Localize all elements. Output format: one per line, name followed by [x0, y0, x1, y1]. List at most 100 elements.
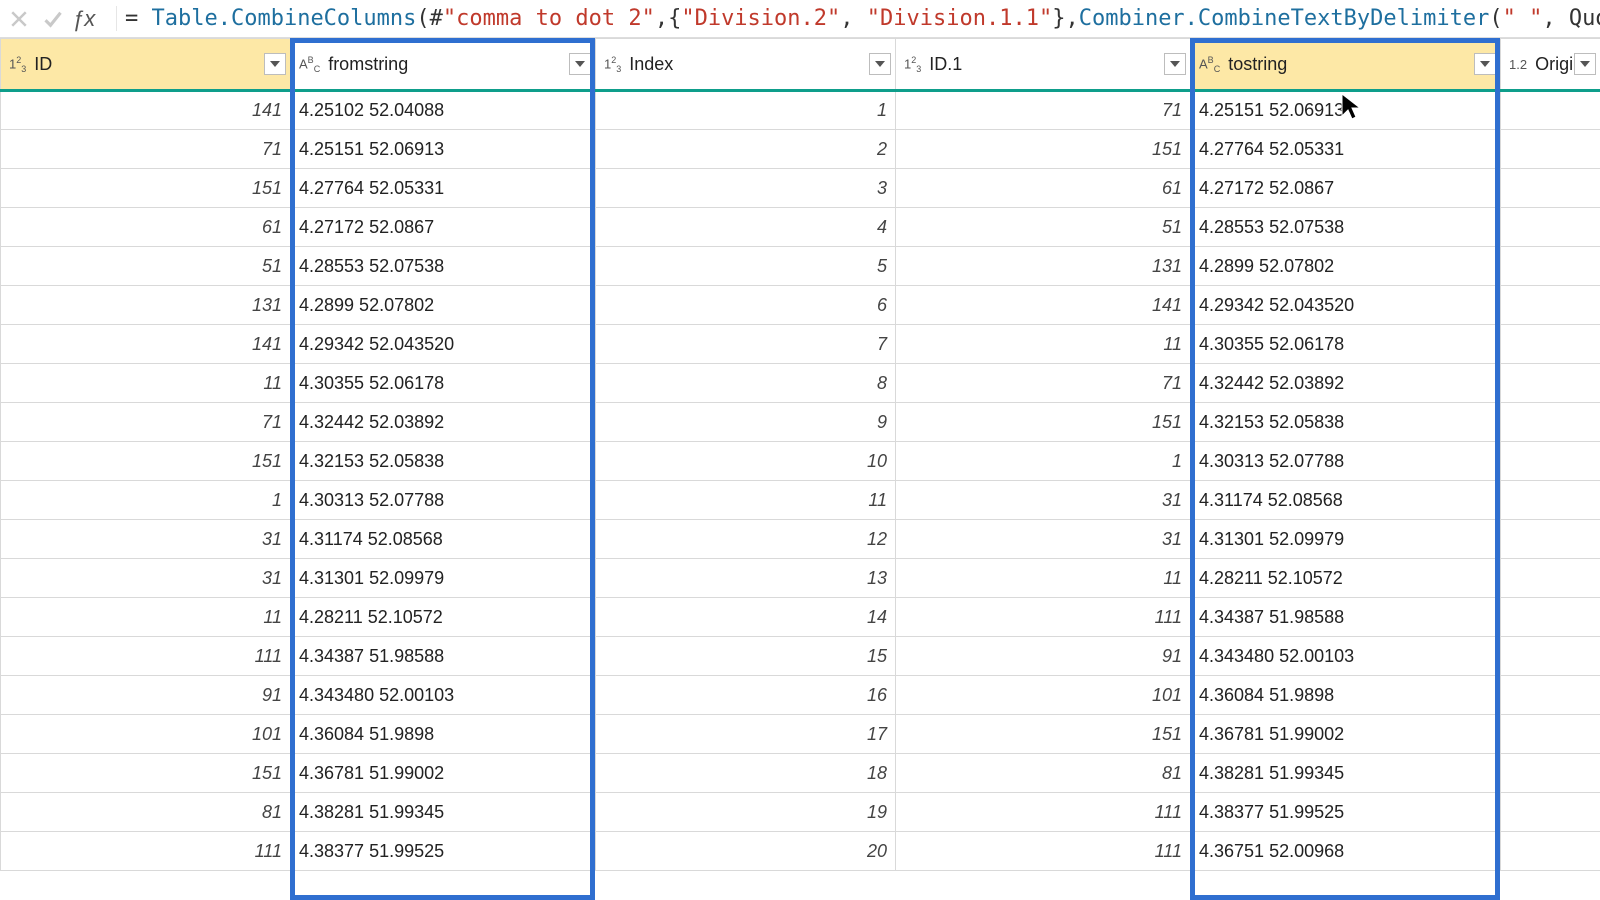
table-row[interactable]: 14.30313 52.0778811314.31174 52.08568 — [1, 481, 1600, 520]
cell[interactable]: 61 — [896, 169, 1191, 208]
cell[interactable]: 4.343480 52.00103 — [1191, 637, 1501, 676]
cell[interactable]: 10 — [596, 442, 896, 481]
cell[interactable] — [1501, 325, 1600, 364]
cell[interactable]: 19 — [596, 793, 896, 832]
column-header-id-1[interactable]: 123ID.1 — [896, 39, 1191, 91]
cell[interactable]: 4.2899 52.07802 — [1191, 247, 1501, 286]
cell[interactable]: 4 — [596, 208, 896, 247]
cell[interactable]: 4.38281 51.99345 — [291, 793, 596, 832]
cell[interactable]: 4.25151 52.06913 — [1191, 91, 1501, 130]
cell[interactable]: 9 — [596, 403, 896, 442]
cell[interactable]: 4.31174 52.08568 — [291, 520, 596, 559]
table-row[interactable]: 114.28211 52.10572141114.34387 51.98588 — [1, 598, 1600, 637]
cell[interactable]: 31 — [896, 520, 1191, 559]
table-row[interactable]: 714.32442 52.0389291514.32153 52.05838 — [1, 403, 1600, 442]
cell[interactable]: 11 — [896, 559, 1191, 598]
cell[interactable]: 151 — [1, 442, 291, 481]
table-row[interactable]: 314.31174 52.0856812314.31301 52.09979 — [1, 520, 1600, 559]
cell[interactable]: 20 — [596, 832, 896, 871]
cell[interactable] — [1501, 520, 1600, 559]
cell[interactable]: 81 — [896, 754, 1191, 793]
cell[interactable]: 1 — [1, 481, 291, 520]
cell[interactable]: 4.32442 52.03892 — [291, 403, 596, 442]
cell[interactable]: 4.32153 52.05838 — [1191, 403, 1501, 442]
filter-dropdown-icon[interactable] — [1474, 53, 1496, 75]
cell[interactable]: 71 — [896, 91, 1191, 130]
cell[interactable]: 4.31301 52.09979 — [291, 559, 596, 598]
cell[interactable]: 4.25102 52.04088 — [291, 91, 596, 130]
cell[interactable]: 141 — [1, 91, 291, 130]
table-row[interactable]: 314.31301 52.0997913114.28211 52.10572 — [1, 559, 1600, 598]
cell[interactable] — [1501, 793, 1600, 832]
cell[interactable] — [1501, 832, 1600, 871]
cell[interactable]: 1 — [896, 442, 1191, 481]
cell[interactable]: 6 — [596, 286, 896, 325]
cell[interactable]: 151 — [1, 169, 291, 208]
cell[interactable]: 151 — [896, 715, 1191, 754]
cell[interactable]: 4.32442 52.03892 — [1191, 364, 1501, 403]
cell[interactable]: 91 — [1, 676, 291, 715]
table-row[interactable]: 614.27172 52.08674514.28553 52.07538 — [1, 208, 1600, 247]
cell[interactable]: 15 — [596, 637, 896, 676]
cell[interactable]: 4.28553 52.07538 — [291, 247, 596, 286]
text-type-icon[interactable]: ABC — [1199, 55, 1220, 74]
cell[interactable] — [1501, 637, 1600, 676]
table-row[interactable]: 1514.32153 52.058381014.30313 52.07788 — [1, 442, 1600, 481]
cell[interactable]: 81 — [1, 793, 291, 832]
cell[interactable]: 11 — [896, 325, 1191, 364]
cell[interactable]: 7 — [596, 325, 896, 364]
decimal-type-icon[interactable]: 1.2 — [1509, 57, 1527, 72]
table-row[interactable]: 914.343480 52.00103161014.36084 51.9898 — [1, 676, 1600, 715]
cell[interactable]: 4.28211 52.10572 — [1191, 559, 1501, 598]
cell[interactable]: 4.30355 52.06178 — [1191, 325, 1501, 364]
cell[interactable]: 13 — [596, 559, 896, 598]
cell[interactable]: 4.30355 52.06178 — [291, 364, 596, 403]
cell[interactable]: 151 — [1, 754, 291, 793]
column-header-origin[interactable]: 1.2Origin — [1501, 39, 1600, 91]
cell[interactable]: 31 — [1, 559, 291, 598]
cell[interactable] — [1501, 715, 1600, 754]
column-header-id[interactable]: 123ID — [1, 39, 291, 91]
cell[interactable]: 101 — [1, 715, 291, 754]
cell[interactable]: 4.32153 52.05838 — [291, 442, 596, 481]
column-header-fromstring[interactable]: ABCfromstring — [291, 39, 596, 91]
cell[interactable]: 4.31301 52.09979 — [1191, 520, 1501, 559]
table-row[interactable]: 1514.27764 52.053313614.27172 52.0867 — [1, 169, 1600, 208]
cell[interactable] — [1501, 403, 1600, 442]
table-row[interactable]: 1314.2899 52.0780261414.29342 52.043520 — [1, 286, 1600, 325]
column-header-index[interactable]: 123Index — [596, 39, 896, 91]
cell[interactable]: 131 — [1, 286, 291, 325]
cell[interactable]: 4.36781 51.99002 — [1191, 715, 1501, 754]
cell[interactable]: 4.29342 52.043520 — [1191, 286, 1501, 325]
cell[interactable] — [1501, 676, 1600, 715]
cell[interactable] — [1501, 481, 1600, 520]
cell[interactable]: 71 — [1, 403, 291, 442]
cell[interactable]: 141 — [1, 325, 291, 364]
number-type-icon[interactable]: 123 — [9, 55, 26, 74]
cell[interactable]: 61 — [1, 208, 291, 247]
table-row[interactable]: 814.38281 51.99345191114.38377 51.99525 — [1, 793, 1600, 832]
cell[interactable]: 3 — [596, 169, 896, 208]
cell[interactable]: 17 — [596, 715, 896, 754]
cell[interactable]: 4.28553 52.07538 — [1191, 208, 1501, 247]
cell[interactable]: 4.27172 52.0867 — [291, 208, 596, 247]
cell[interactable]: 71 — [1, 130, 291, 169]
filter-dropdown-icon[interactable] — [869, 53, 891, 75]
cell[interactable] — [1501, 169, 1600, 208]
cell[interactable]: 4.34387 51.98588 — [291, 637, 596, 676]
cell[interactable]: 101 — [896, 676, 1191, 715]
cell[interactable]: 1 — [596, 91, 896, 130]
cell[interactable] — [1501, 598, 1600, 637]
cell[interactable]: 4.31174 52.08568 — [1191, 481, 1501, 520]
cell[interactable] — [1501, 442, 1600, 481]
cell[interactable]: 4.29342 52.043520 — [291, 325, 596, 364]
cell[interactable]: 4.27172 52.0867 — [1191, 169, 1501, 208]
cell[interactable]: 4.38377 51.99525 — [291, 832, 596, 871]
cell[interactable]: 4.27764 52.05331 — [1191, 130, 1501, 169]
filter-dropdown-icon[interactable] — [1164, 53, 1186, 75]
table-row[interactable]: 714.25151 52.0691321514.27764 52.05331 — [1, 130, 1600, 169]
cell[interactable]: 131 — [896, 247, 1191, 286]
cell[interactable]: 4.36751 52.00968 — [1191, 832, 1501, 871]
text-type-icon[interactable]: ABC — [299, 55, 320, 74]
number-type-icon[interactable]: 123 — [604, 55, 621, 74]
